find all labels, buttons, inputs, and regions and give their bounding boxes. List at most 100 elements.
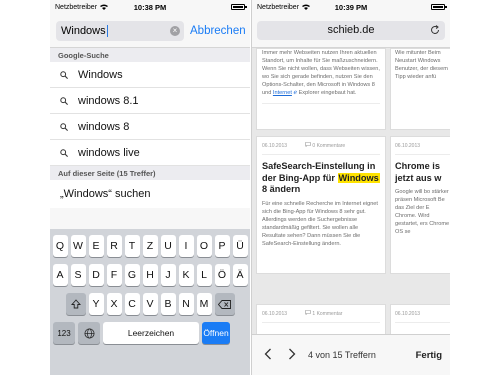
find-on-page-label: „Windows“ suchen — [60, 188, 151, 200]
key[interactable]: L — [196, 264, 212, 286]
key[interactable]: K — [178, 264, 194, 286]
key[interactable]: H — [142, 264, 158, 286]
article-title[interactable]: Chrome is jetzt aus w — [395, 161, 450, 184]
left-phone-screen: Netzbetreiber 10:38 PM Windows × Abbrech… — [50, 0, 250, 375]
search-highlight: Windows — [337, 172, 380, 183]
search-input[interactable]: Windows × — [56, 20, 184, 41]
article-date: 06.10.2013 — [262, 142, 288, 149]
divider — [262, 103, 380, 104]
keyboard-row-4: 123 Leerzeichen Öffnen — [50, 322, 250, 344]
search-icon — [60, 122, 68, 131]
web-content: Immer mehr Webseiten nutzen Ihren aktuel… — [252, 48, 450, 334]
delete-key[interactable] — [214, 293, 235, 315]
suggestion-item[interactable]: windows 8.1 — [50, 88, 250, 114]
key[interactable]: N — [178, 293, 194, 315]
suggestion-label: Windows — [78, 68, 123, 81]
suggestion-item[interactable]: windows 8 — [50, 114, 250, 140]
key[interactable]: R — [106, 235, 122, 257]
on-page-header: Auf dieser Seite (15 Treffer) — [50, 166, 250, 180]
suggestion-label: windows 8.1 — [78, 94, 139, 107]
space-key[interactable]: Leerzeichen — [103, 322, 199, 344]
previous-match-button[interactable] — [260, 347, 276, 363]
url-text: schieb.de — [327, 24, 375, 36]
cancel-button[interactable]: Abbrechen — [190, 25, 246, 37]
key[interactable]: E — [88, 235, 104, 257]
status-bar: Netzbetreiber 10:39 PM — [252, 0, 450, 14]
key[interactable]: J — [160, 264, 176, 286]
key[interactable]: Q — [52, 235, 68, 257]
url-field[interactable]: schieb.de — [257, 21, 445, 40]
globe-key[interactable] — [78, 322, 100, 344]
suggestion-item[interactable]: windows live — [50, 140, 250, 166]
reload-icon[interactable] — [429, 24, 441, 36]
key[interactable]: Ä — [232, 264, 248, 286]
key[interactable]: Z — [142, 235, 158, 257]
comment-count: 0 Kommentare — [305, 142, 345, 149]
backspace-icon — [218, 299, 231, 309]
article-card[interactable]: 06.10.2013 Chrome is jetzt aus w Google … — [390, 136, 450, 274]
open-key[interactable]: Öffnen — [202, 322, 230, 344]
article-meta: 06.10.2013 — [395, 305, 450, 323]
suggestion-label: windows live — [78, 146, 140, 159]
key[interactable]: X — [106, 293, 122, 315]
keyboard: Q W E R T Z U I O P Ü A S D F G H J K L … — [50, 229, 250, 375]
clear-icon[interactable]: × — [170, 25, 180, 36]
article-card[interactable]: 06.10.2013 0 Kommentare SafeSearch-Einst… — [256, 136, 386, 274]
key[interactable]: G — [124, 264, 140, 286]
article-excerpt: Immer mehr Webseiten nutzen Ihren aktuel… — [262, 49, 380, 97]
comment-count-text: 0 Kommentare — [312, 143, 346, 149]
article-date: 06.10.2013 — [395, 142, 421, 149]
keyboard-row-3: Y X C V B N M — [50, 293, 250, 315]
find-on-page-item[interactable]: „Windows“ suchen — [50, 180, 250, 208]
key[interactable]: U — [160, 235, 176, 257]
google-search-header: Google-Suche — [50, 48, 250, 62]
find-on-page-bar: 4 von 15 Treffern Fertig — [252, 334, 450, 375]
article-card[interactable]: Wie mitunter Beim Neustart Windows Benut… — [390, 48, 450, 130]
article-date: 06.10.2013 — [395, 310, 421, 317]
next-match-button[interactable] — [284, 347, 300, 363]
excerpt-text-end: Explorer eingebaut hat. — [298, 90, 357, 96]
key[interactable]: P — [214, 235, 230, 257]
article-card[interactable]: 06.10.2013 — [390, 304, 450, 334]
key[interactable]: I — [178, 235, 194, 257]
done-button[interactable]: Fertig — [416, 350, 442, 361]
address-bar: schieb.de — [252, 14, 450, 48]
article-card[interactable]: 06.10.2013 1 Kommentar — [256, 304, 386, 334]
suggestion-item[interactable]: Windows — [50, 62, 250, 88]
numbers-key[interactable]: 123 — [53, 322, 75, 344]
status-bar: Netzbetreiber 10:38 PM — [50, 0, 250, 14]
title-text-end: 8 ändern — [262, 184, 301, 194]
comment-count-text: 1 Kommentar — [312, 311, 343, 317]
status-time: 10:39 PM — [334, 2, 368, 12]
article-meta: 06.10.2013 0 Kommentare — [262, 137, 380, 155]
comment-count: 1 Kommentar — [305, 310, 342, 317]
globe-icon — [84, 328, 94, 338]
shift-key[interactable] — [65, 293, 86, 315]
key[interactable]: Ö — [214, 264, 230, 286]
key[interactable]: F — [106, 264, 122, 286]
search-icon — [60, 70, 68, 79]
battery-icon — [231, 4, 247, 10]
chevron-left-icon — [264, 348, 271, 360]
key[interactable]: O — [196, 235, 212, 257]
key[interactable]: D — [88, 264, 104, 286]
key[interactable]: C — [124, 293, 140, 315]
suggestion-label: windows 8 — [78, 120, 130, 133]
key[interactable]: T — [124, 235, 140, 257]
key[interactable]: M — [196, 293, 212, 315]
key[interactable]: Y — [88, 293, 104, 315]
key[interactable]: Ü — [232, 235, 248, 257]
key[interactable]: S — [70, 264, 86, 286]
key[interactable]: V — [142, 293, 158, 315]
article-card[interactable]: Immer mehr Webseiten nutzen Ihren aktuel… — [256, 48, 386, 130]
key[interactable]: W — [70, 235, 86, 257]
key[interactable]: B — [160, 293, 176, 315]
keyboard-row-2: A S D F G H J K L Ö Ä — [50, 264, 250, 286]
right-phone-screen: Netzbetreiber 10:39 PM schieb.de Immer m… — [251, 0, 450, 375]
key[interactable]: A — [52, 264, 68, 286]
comment-icon — [305, 310, 311, 316]
internet-explorer-link[interactable]: Internet — [273, 90, 292, 96]
article-title[interactable]: SafeSearch-Einstellung in der Bing-App f… — [262, 161, 380, 196]
article-excerpt: Für eine schnelle Recherche im Internet … — [262, 200, 378, 247]
ie-icon: ℯ — [293, 90, 298, 96]
